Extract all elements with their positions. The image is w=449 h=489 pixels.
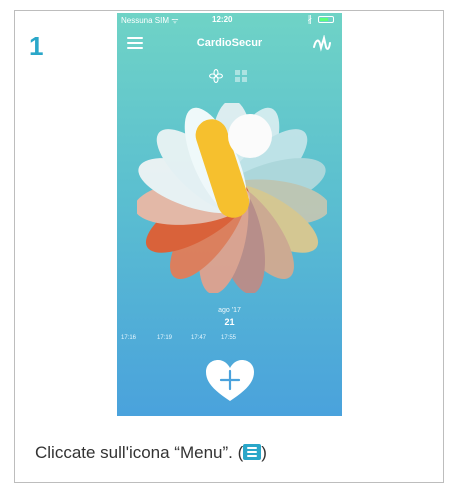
time-entry[interactable]: 17:16 bbox=[121, 335, 136, 341]
status-bar: Nessuna SIM ᯤ 12:20 ∦ bbox=[117, 13, 342, 27]
time-entry[interactable]: 17:19 bbox=[157, 335, 172, 341]
time-entry[interactable]: 17:47 bbox=[191, 335, 206, 341]
app-title: CardioSecur bbox=[196, 37, 263, 49]
step-card: 1 Nessuna SIM ᯤ 12:20 ∦ CardioSecur ago … bbox=[14, 10, 444, 483]
battery-icon bbox=[318, 16, 334, 23]
date-day: 21 bbox=[224, 317, 235, 327]
caption-close: ) bbox=[261, 443, 267, 462]
grid-icon[interactable] bbox=[235, 70, 247, 82]
time-entry[interactable]: 17:55 bbox=[221, 335, 236, 341]
flower-icon[interactable] bbox=[209, 69, 223, 83]
app-navbar: CardioSecur bbox=[117, 29, 342, 59]
add-measurement-button[interactable] bbox=[205, 359, 255, 403]
phone-screenshot: Nessuna SIM ᯤ 12:20 ∦ CardioSecur ago '1… bbox=[117, 13, 342, 416]
carrier-label: Nessuna SIM ᯤ bbox=[121, 16, 179, 25]
menu-icon bbox=[243, 444, 262, 460]
date-month: ago '17 bbox=[218, 307, 241, 314]
clock: 12:20 bbox=[212, 15, 233, 24]
date-block: ago '17 21 bbox=[117, 307, 342, 327]
measurement-flower[interactable] bbox=[137, 103, 327, 293]
view-toggle[interactable] bbox=[209, 69, 251, 85]
step-number: 1 bbox=[29, 31, 44, 61]
ecg-icon[interactable] bbox=[312, 35, 332, 53]
instruction-caption: Cliccate sull'icona “Menu”. () bbox=[35, 443, 267, 463]
bluetooth-icon: ∦ bbox=[307, 14, 313, 24]
caption-text: Cliccate sull'icona “Menu”. ( bbox=[35, 443, 244, 462]
